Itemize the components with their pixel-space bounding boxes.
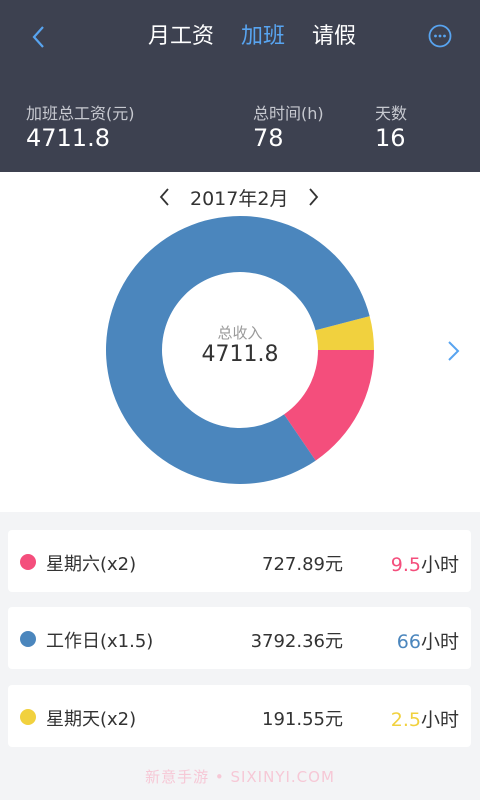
tab-bar: 月工资 加班 请假 [0, 20, 480, 54]
item-hours: 9.5小时 [391, 550, 459, 577]
tab-overtime[interactable]: 加班 [241, 20, 285, 54]
more-dots-icon[interactable] [428, 24, 452, 48]
month-label: 2017年2月 [190, 188, 289, 210]
tab-monthly-salary[interactable]: 月工资 [148, 20, 214, 54]
list-item-saturday[interactable]: 星期六(x2) 727.89元 9.5小时 [8, 530, 471, 592]
stat-value-days: 16 [375, 124, 406, 152]
legend-dot [20, 631, 36, 647]
chart-center-value: 4711.8 [201, 342, 279, 367]
item-amount: 3792.36元 [250, 631, 343, 652]
legend-dot [20, 709, 36, 725]
item-amount: 191.55元 [262, 709, 343, 730]
item-name: 星期天(x2) [46, 709, 137, 730]
item-hours-unit: 小时 [420, 709, 459, 731]
list-item-weekday[interactable]: 工作日(x1.5) 3792.36元 66小时 [8, 607, 471, 669]
item-hours: 2.5小时 [391, 705, 459, 732]
watermark: 新意手游 • SIXINYI.COM [145, 768, 335, 786]
stat-label-total-time: 总时间(h) [253, 104, 324, 123]
chart-center-label: 总收入 [217, 324, 263, 342]
item-hours-unit: 小时 [420, 631, 459, 653]
chevron-right-icon[interactable] [440, 336, 470, 366]
item-hours-value: 9.5 [390, 554, 421, 576]
item-name: 工作日(x1.5) [46, 631, 154, 652]
next-month-icon[interactable] [306, 186, 320, 208]
list-item-sunday[interactable]: 星期天(x2) 191.55元 2.5小时 [8, 685, 471, 747]
stat-value-total-time: 78 [253, 124, 284, 152]
item-hours: 66小时 [397, 627, 459, 654]
chart-area: 2017年2月 总收入 4711.8 [0, 172, 480, 512]
tab-leave[interactable]: 请假 [312, 20, 356, 54]
item-hours-value: 66 [396, 631, 421, 653]
item-hours-value: 2.5 [390, 709, 421, 731]
item-hours-unit: 小时 [420, 554, 459, 576]
stat-label-total-pay: 加班总工资(元) [26, 104, 135, 123]
item-name: 星期六(x2) [46, 554, 137, 575]
legend-dot [20, 554, 36, 570]
prev-month-icon[interactable] [158, 186, 172, 208]
item-amount: 727.89元 [262, 554, 343, 575]
stat-value-total-pay: 4711.8 [26, 124, 110, 152]
header: 月工资 加班 请假 加班总工资(元) 4711.8 总时间(h) 78 天数 1… [0, 0, 480, 172]
stat-label-days: 天数 [375, 104, 408, 123]
